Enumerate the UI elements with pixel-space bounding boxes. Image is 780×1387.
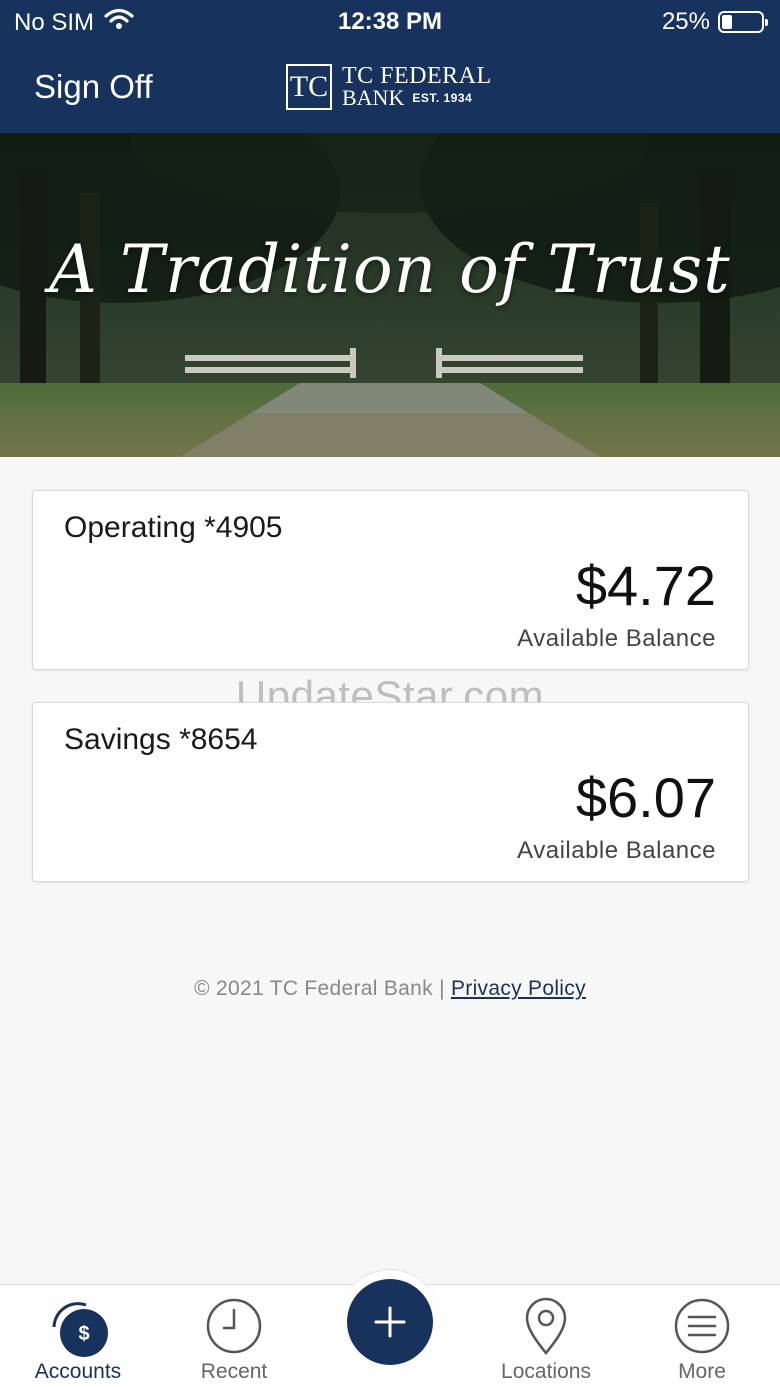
- tab-accounts[interactable]: $ Accounts: [0, 1285, 156, 1387]
- bank-logo: TC TC FEDERAL BANK EST. 1934: [286, 64, 492, 110]
- available-balance-label: Available Balance: [517, 625, 716, 652]
- battery-icon: [718, 11, 768, 33]
- account-name: Savings *8654: [64, 723, 258, 756]
- status-bar: No SIM 12:38 PM 25%: [0, 0, 780, 44]
- menu-icon: [673, 1297, 731, 1360]
- account-balance: $4.72: [575, 554, 716, 617]
- battery-fill: [722, 15, 732, 29]
- account-name: Operating *4905: [64, 511, 283, 544]
- map-pin-icon: [523, 1297, 569, 1362]
- battery-percent: 25%: [661, 8, 710, 35]
- tab-label: Locations: [501, 1360, 591, 1383]
- hero-banner: A Tradition of Trust: [0, 133, 780, 457]
- available-balance-label: Available Balance: [517, 837, 716, 864]
- tab-recent[interactable]: Recent: [156, 1285, 312, 1387]
- header: No SIM 12:38 PM 25% Sign Off TC TC FEDER…: [0, 0, 780, 133]
- account-balance: $6.07: [575, 766, 716, 829]
- logo-bank: BANK: [342, 85, 405, 110]
- logo-est: EST. 1934: [412, 91, 473, 105]
- logo-text: TC FEDERAL BANK EST. 1934: [342, 63, 492, 109]
- privacy-policy-link[interactable]: Privacy Policy: [451, 977, 586, 1000]
- tab-more[interactable]: More: [624, 1285, 780, 1387]
- tab-label: Recent: [200, 1360, 268, 1383]
- footer: © 2021 TC Federal Bank | Privacy Policy: [0, 977, 780, 1001]
- logo-line1: TC FEDERAL: [342, 63, 492, 89]
- svg-text:$: $: [78, 1323, 89, 1345]
- dollar-coin-icon: $: [46, 1297, 110, 1362]
- hero-tagline: A Tradition of Trust: [49, 231, 731, 308]
- sign-off-button[interactable]: Sign Off: [34, 68, 153, 106]
- status-right: 25%: [661, 8, 768, 36]
- add-button[interactable]: [347, 1279, 433, 1365]
- clock-icon: [205, 1297, 263, 1360]
- logo-mark: TC: [286, 64, 332, 110]
- copyright-text: © 2021 TC Federal Bank |: [194, 977, 445, 1000]
- account-card-operating[interactable]: Operating *4905 $4.72 Available Balance: [32, 490, 749, 670]
- tab-locations[interactable]: Locations: [468, 1285, 624, 1387]
- plus-icon: [374, 1306, 406, 1338]
- account-card-savings[interactable]: Savings *8654 $6.07 Available Balance: [32, 702, 749, 882]
- tab-label: More: [678, 1360, 726, 1383]
- nav-row: Sign Off TC TC FEDERAL BANK EST. 1934: [0, 58, 780, 118]
- app-screen: No SIM 12:38 PM 25% Sign Off TC TC FEDER…: [0, 0, 780, 1387]
- tab-bar: $ Accounts Recent Locations More: [0, 1269, 780, 1387]
- logo-line2: BANK EST. 1934: [342, 87, 492, 109]
- tab-label: Accounts: [34, 1360, 122, 1383]
